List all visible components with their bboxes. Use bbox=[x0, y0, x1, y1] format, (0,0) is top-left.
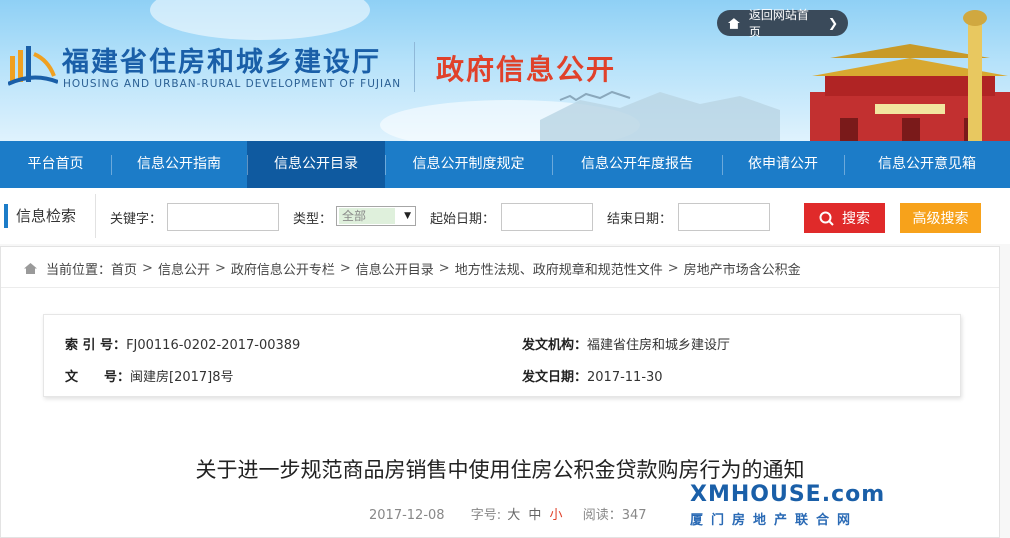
breadcrumb-separator: > bbox=[214, 261, 226, 276]
site-header: 福建省住房和城乡建设厅 HOUSING AND URBAN-RURAL DEVE… bbox=[0, 0, 1010, 141]
back-home-button[interactable]: 返回网站首页 ❯ bbox=[717, 8, 848, 39]
breadcrumb-divider bbox=[1, 287, 999, 288]
keyword-label: 关键字： bbox=[110, 212, 163, 227]
index-number-row: 索 引 号：FJ00116-0202-2017-00389 bbox=[65, 334, 300, 353]
document-meta: 2017-12-08 字号: 大 中 小 阅读：347 bbox=[369, 504, 647, 523]
issue-date-row: 发文日期：2017-11-30 bbox=[522, 366, 663, 385]
index-number-value: FJ00116-0202-2017-00389 bbox=[126, 338, 301, 353]
issuer-row: 发文机构：福建省住房和城乡建设厅 bbox=[522, 334, 730, 353]
doc-number-row: 文 号：闽建房[2017]8号 bbox=[65, 366, 234, 385]
nav-item-home[interactable]: 平台首页 bbox=[0, 141, 111, 188]
issue-date-value: 2017-11-30 bbox=[587, 370, 663, 385]
issuer-value: 福建省住房和城乡建设厅 bbox=[587, 338, 731, 353]
document-info-box: 索 引 号：FJ00116-0202-2017-00389 文 号：闽建房[20… bbox=[43, 314, 961, 397]
header-divider bbox=[414, 42, 415, 92]
breadcrumb: 当前位置： 首页 > 信息公开 > 政府信息公开专栏 > 信息公开目录 > 地方… bbox=[23, 259, 801, 278]
font-size-small-button[interactable]: 小 bbox=[550, 508, 563, 523]
views-count: 347 bbox=[621, 508, 647, 523]
nav-item-guide[interactable]: 信息公开指南 bbox=[111, 141, 247, 188]
breadcrumb-item-real-estate[interactable]: 房地产市场含公积金 bbox=[684, 259, 801, 278]
document-title: 关于进一步规范商品房销售中使用住房公积金贷款购房行为的通知 bbox=[195, 458, 805, 482]
publish-date: 2017-12-08 bbox=[369, 508, 445, 523]
start-date-input[interactable] bbox=[501, 203, 593, 231]
start-date-label: 起始日期： bbox=[430, 212, 496, 227]
chevron-right-icon: ❯ bbox=[827, 16, 838, 30]
breadcrumb-item-column[interactable]: 政府信息公开专栏 bbox=[231, 259, 335, 278]
site-title: 福建省住房和城乡建设厅 bbox=[62, 47, 381, 78]
nav-item-annual-report[interactable]: 信息公开年度报告 bbox=[552, 141, 722, 188]
site-subtitle: HOUSING AND URBAN-RURAL DEVELOPMENT OF F… bbox=[63, 78, 402, 90]
watermark-top-text: XMHOUSE.com bbox=[690, 482, 886, 507]
search-bar: 信息检索 关键字： 类型： 全部 ▼ 起始日期： 结束日期： 搜索 高级搜索 bbox=[0, 188, 1010, 244]
breadcrumb-separator: > bbox=[667, 261, 679, 276]
font-size-label: 字号: bbox=[470, 508, 502, 523]
breadcrumb-prefix: 当前位置： bbox=[46, 263, 112, 278]
search-button-label: 搜索 bbox=[842, 211, 870, 227]
font-size-large-button[interactable]: 大 bbox=[507, 508, 520, 523]
breadcrumb-item-info-public[interactable]: 信息公开 bbox=[158, 259, 210, 278]
views-label: 阅读： bbox=[582, 508, 622, 523]
dropdown-arrow-icon: ▼ bbox=[404, 211, 411, 221]
breadcrumb-separator: > bbox=[339, 261, 351, 276]
type-label: 类型： bbox=[293, 212, 333, 227]
advanced-search-button[interactable]: 高级搜索 bbox=[900, 203, 981, 233]
breadcrumb-separator: > bbox=[142, 261, 153, 276]
breadcrumb-item-home[interactable]: 首页 bbox=[111, 259, 137, 278]
search-button[interactable]: 搜索 bbox=[804, 203, 885, 233]
back-home-label: 返回网站首页 bbox=[748, 8, 809, 39]
search-divider bbox=[95, 194, 96, 238]
watermark-bottom-text: 厦门房地产联合网 bbox=[690, 513, 859, 528]
nav-item-request[interactable]: 依申请公开 bbox=[722, 141, 844, 188]
nav-item-regulations[interactable]: 信息公开制度规定 bbox=[385, 141, 552, 188]
breadcrumb-separator: > bbox=[438, 261, 450, 276]
doc-number-value: 闽建房[2017]8号 bbox=[130, 370, 234, 385]
home-icon bbox=[727, 17, 740, 29]
nav-item-catalog[interactable]: 信息公开目录 bbox=[247, 141, 385, 188]
search-title: 信息检索 bbox=[4, 204, 76, 228]
nav-item-feedback[interactable]: 信息公开意见箱 bbox=[844, 141, 1010, 188]
cloud-decoration bbox=[150, 0, 370, 40]
breadcrumb-item-catalog[interactable]: 信息公开目录 bbox=[356, 259, 434, 278]
xmhouse-watermark-logo: XMHOUSE.com 厦门房地产联合网 bbox=[690, 482, 900, 530]
search-icon bbox=[819, 211, 834, 226]
type-select[interactable]: 全部 ▼ bbox=[336, 206, 416, 226]
end-date-label: 结束日期： bbox=[607, 212, 673, 227]
department-logo-icon bbox=[8, 46, 58, 86]
issuer-label: 发文机构： bbox=[522, 338, 588, 353]
breadcrumb-item-regulations[interactable]: 地方性法规、政府规章和规范性文件 bbox=[455, 259, 663, 278]
end-date-input[interactable] bbox=[678, 203, 770, 231]
type-select-value: 全部 bbox=[339, 208, 395, 224]
index-number-label: 索 引 号： bbox=[65, 338, 127, 353]
home-icon bbox=[24, 263, 37, 274]
main-nav: 平台首页 信息公开指南 信息公开目录 信息公开制度规定 信息公开年度报告 依申请… bbox=[0, 141, 1010, 188]
font-size-medium-button[interactable]: 中 bbox=[528, 508, 541, 523]
doc-number-label: 文 号： bbox=[65, 370, 131, 385]
issue-date-label: 发文日期： bbox=[522, 370, 588, 385]
keyword-input[interactable] bbox=[167, 203, 279, 231]
